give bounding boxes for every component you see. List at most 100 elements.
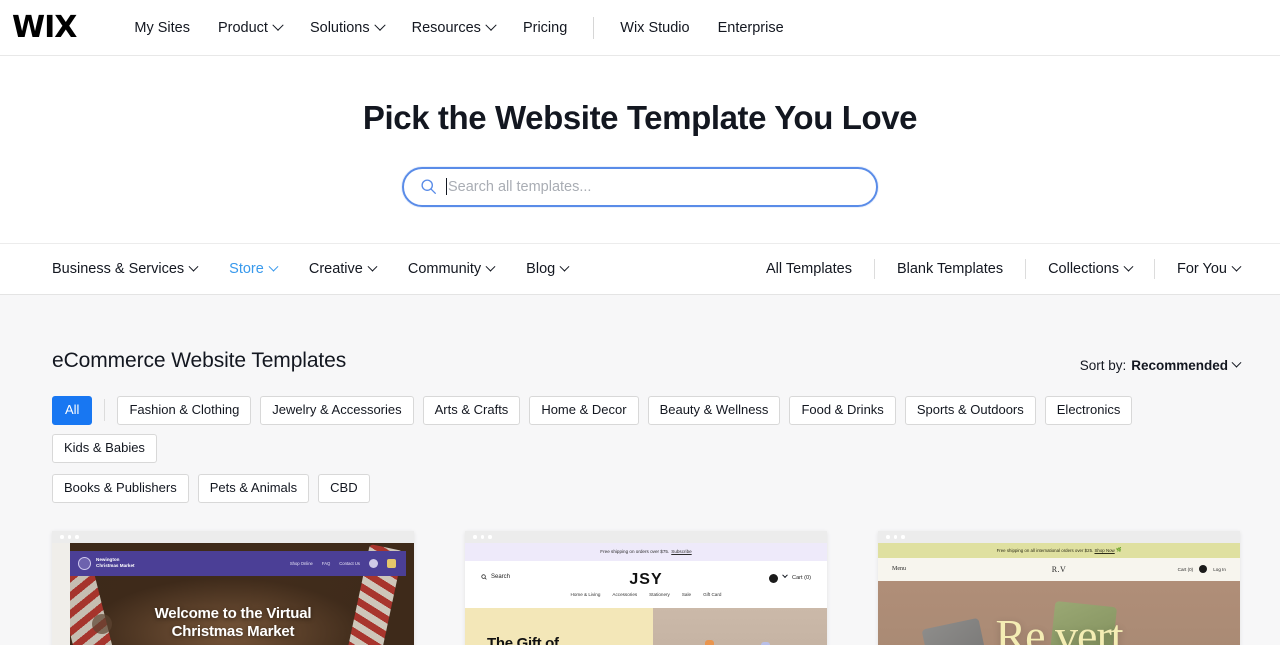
preview-logo: Newington Christmas Market xyxy=(78,556,135,570)
gallery-header: eCommerce Website Templates Sort by: Rec… xyxy=(52,295,1242,373)
filter-chip-food-drinks[interactable]: Food & Drinks xyxy=(789,396,896,425)
text-caret xyxy=(446,178,447,196)
promo-text: Free shipping on orders over $75. xyxy=(600,549,670,555)
template-preview: Free shipping on orders over $75. Subscr… xyxy=(465,542,827,645)
category-blog[interactable]: Blog xyxy=(510,261,584,277)
template-card-christmas-market[interactable]: Newington Christmas Market Shop Online F… xyxy=(52,530,414,645)
logo-line-1: Newington xyxy=(96,557,120,563)
sort-by-dropdown[interactable]: Sort by: Recommended xyxy=(1079,357,1242,373)
category-label: Blog xyxy=(526,261,556,277)
chrome-dot xyxy=(893,535,897,539)
link-collections[interactable]: Collections xyxy=(1026,261,1154,277)
preview-menu-stationery: Stationery xyxy=(649,591,670,597)
chrome-dot xyxy=(75,535,79,539)
filter-chip-beauty-wellness[interactable]: Beauty & Wellness xyxy=(647,396,781,425)
headline-line-1: The Gift of xyxy=(487,634,559,645)
nav-item-enterprise[interactable]: Enterprise xyxy=(704,20,798,36)
nav-label: Solutions xyxy=(309,19,370,36)
headline-line-2: Christmas Market xyxy=(171,623,295,641)
link-label: Collections xyxy=(1048,261,1119,277)
preview-nav-shop-online: Shop Online xyxy=(289,560,313,566)
template-card-jsy[interactable]: Free shipping on orders over $75. Subscr… xyxy=(465,530,827,645)
nav-divider xyxy=(593,16,595,39)
filter-chip-sports-outdoors[interactable]: Sports & Outdoors xyxy=(904,396,1036,425)
nav-item-solutions[interactable]: Solutions xyxy=(296,19,398,36)
category-nav-right: All Templates Blank Templates Collection… xyxy=(744,259,1242,279)
filter-chips-row-1: All Fashion & Clothing Jewelry & Accesso… xyxy=(52,396,1240,463)
preview-headline: Welcome to the Virtual Christmas Market xyxy=(52,605,414,642)
preview-hero: The Gift of Good Style I'm a paragraph. … xyxy=(465,607,827,645)
filter-chip-pets-animals[interactable]: Pets & Animals xyxy=(197,473,310,503)
preview-hero: Re.vert Home Essentials for Sustainable … xyxy=(878,580,1240,645)
filter-divider xyxy=(104,399,106,422)
promo-text: Free shipping on all international order… xyxy=(996,547,1094,553)
chevron-down-icon xyxy=(559,261,570,272)
filter-chip-fashion-clothing[interactable]: Fashion & Clothing xyxy=(117,396,252,425)
browser-chrome-bar xyxy=(878,530,1240,543)
category-community[interactable]: Community xyxy=(392,261,510,277)
preview-nav-links: Shop Online FAQ Contact Us xyxy=(289,558,396,568)
preview-menu-home-living: Home & Living xyxy=(570,591,601,597)
template-card-revert[interactable]: Free shipping on all international order… xyxy=(878,530,1240,645)
category-store[interactable]: Store xyxy=(213,261,293,277)
filter-chip-electronics[interactable]: Electronics xyxy=(1044,396,1133,425)
preview-hero-image xyxy=(653,607,827,645)
nav-label: Product xyxy=(217,19,268,36)
chevron-down-icon xyxy=(485,261,496,272)
link-for-you[interactable]: For You xyxy=(1155,261,1242,277)
template-card-grid: Newington Christmas Market Shop Online F… xyxy=(52,530,1240,645)
browser-chrome-bar xyxy=(465,530,827,543)
category-creative[interactable]: Creative xyxy=(293,261,392,277)
nav-item-product[interactable]: Product xyxy=(204,19,296,36)
nav-label: Resources xyxy=(411,19,481,36)
chrome-dot xyxy=(67,535,71,539)
nav-item-wix-studio[interactable]: Wix Studio xyxy=(606,20,703,36)
page-title: Pick the Website Template You Love xyxy=(362,99,918,136)
preview-nav-faq: FAQ xyxy=(321,560,331,566)
search-input[interactable]: Search all templates... xyxy=(402,166,878,207)
cart-icon xyxy=(387,558,396,568)
filter-chip-all[interactable]: All xyxy=(52,396,93,425)
preview-menu-sale: Sale xyxy=(681,591,692,597)
chrome-dot xyxy=(901,535,905,539)
promo-link: Shop Now xyxy=(1094,547,1115,553)
filter-chip-home-decor[interactable]: Home & Decor xyxy=(529,396,639,425)
preview-title: Re.vert xyxy=(995,609,1123,645)
chrome-dot xyxy=(886,535,890,539)
chrome-dot xyxy=(60,535,64,539)
chevron-down-icon xyxy=(1231,357,1242,368)
preview-nav-contact-us: Contact Us xyxy=(339,560,360,566)
preview-site-nav: Newington Christmas Market Shop Online F… xyxy=(70,550,406,576)
chevron-down-icon xyxy=(373,19,386,31)
nav-item-pricing[interactable]: Pricing xyxy=(509,20,581,36)
link-blank-templates[interactable]: Blank Templates xyxy=(875,261,1025,277)
preview-headline: The Gift of Good Style xyxy=(487,635,631,645)
snowflake-icon xyxy=(78,556,91,570)
preview-menu-accessories: Accessories xyxy=(612,591,638,597)
chevron-down-icon xyxy=(272,19,284,31)
headline-line-1: Welcome to the Virtual xyxy=(154,604,312,622)
category-nav-left: Business & Services Store Creative Commu… xyxy=(52,261,584,277)
nav-item-resources[interactable]: Resources xyxy=(398,19,509,36)
filter-chip-books-publishers[interactable]: Books & Publishers xyxy=(52,473,189,503)
chrome-dot xyxy=(480,535,484,539)
category-navigation-bar: Business & Services Store Creative Commu… xyxy=(0,243,1280,295)
account-icon xyxy=(369,558,378,568)
wix-logo[interactable]: WIX xyxy=(12,12,77,43)
search-placeholder: Search all templates... xyxy=(448,178,592,195)
chrome-dot xyxy=(488,535,492,539)
logo-line-2: Christmas Market xyxy=(96,563,135,569)
category-business-services[interactable]: Business & Services xyxy=(52,261,213,277)
hero-section: Pick the Website Template You Love Searc… xyxy=(0,56,1280,243)
filter-chip-cbd[interactable]: CBD xyxy=(318,473,370,503)
link-all-templates[interactable]: All Templates xyxy=(744,261,874,277)
preview-brand-logo: R.V xyxy=(1051,564,1067,574)
nav-item-my-sites[interactable]: My Sites xyxy=(120,20,204,36)
search-icon xyxy=(420,178,437,195)
filter-chip-kids-babies[interactable]: Kids & Babies xyxy=(52,433,157,463)
filter-chips-row-2: Books & Publishers Pets & Animals CBD xyxy=(52,473,1240,503)
filter-chip-arts-crafts[interactable]: Arts & Crafts xyxy=(422,396,521,425)
filter-chip-jewelry-accessories[interactable]: Jewelry & Accessories xyxy=(260,396,414,425)
link-label: All Templates xyxy=(765,261,852,277)
sort-by-label: Sort by: xyxy=(1079,358,1127,373)
